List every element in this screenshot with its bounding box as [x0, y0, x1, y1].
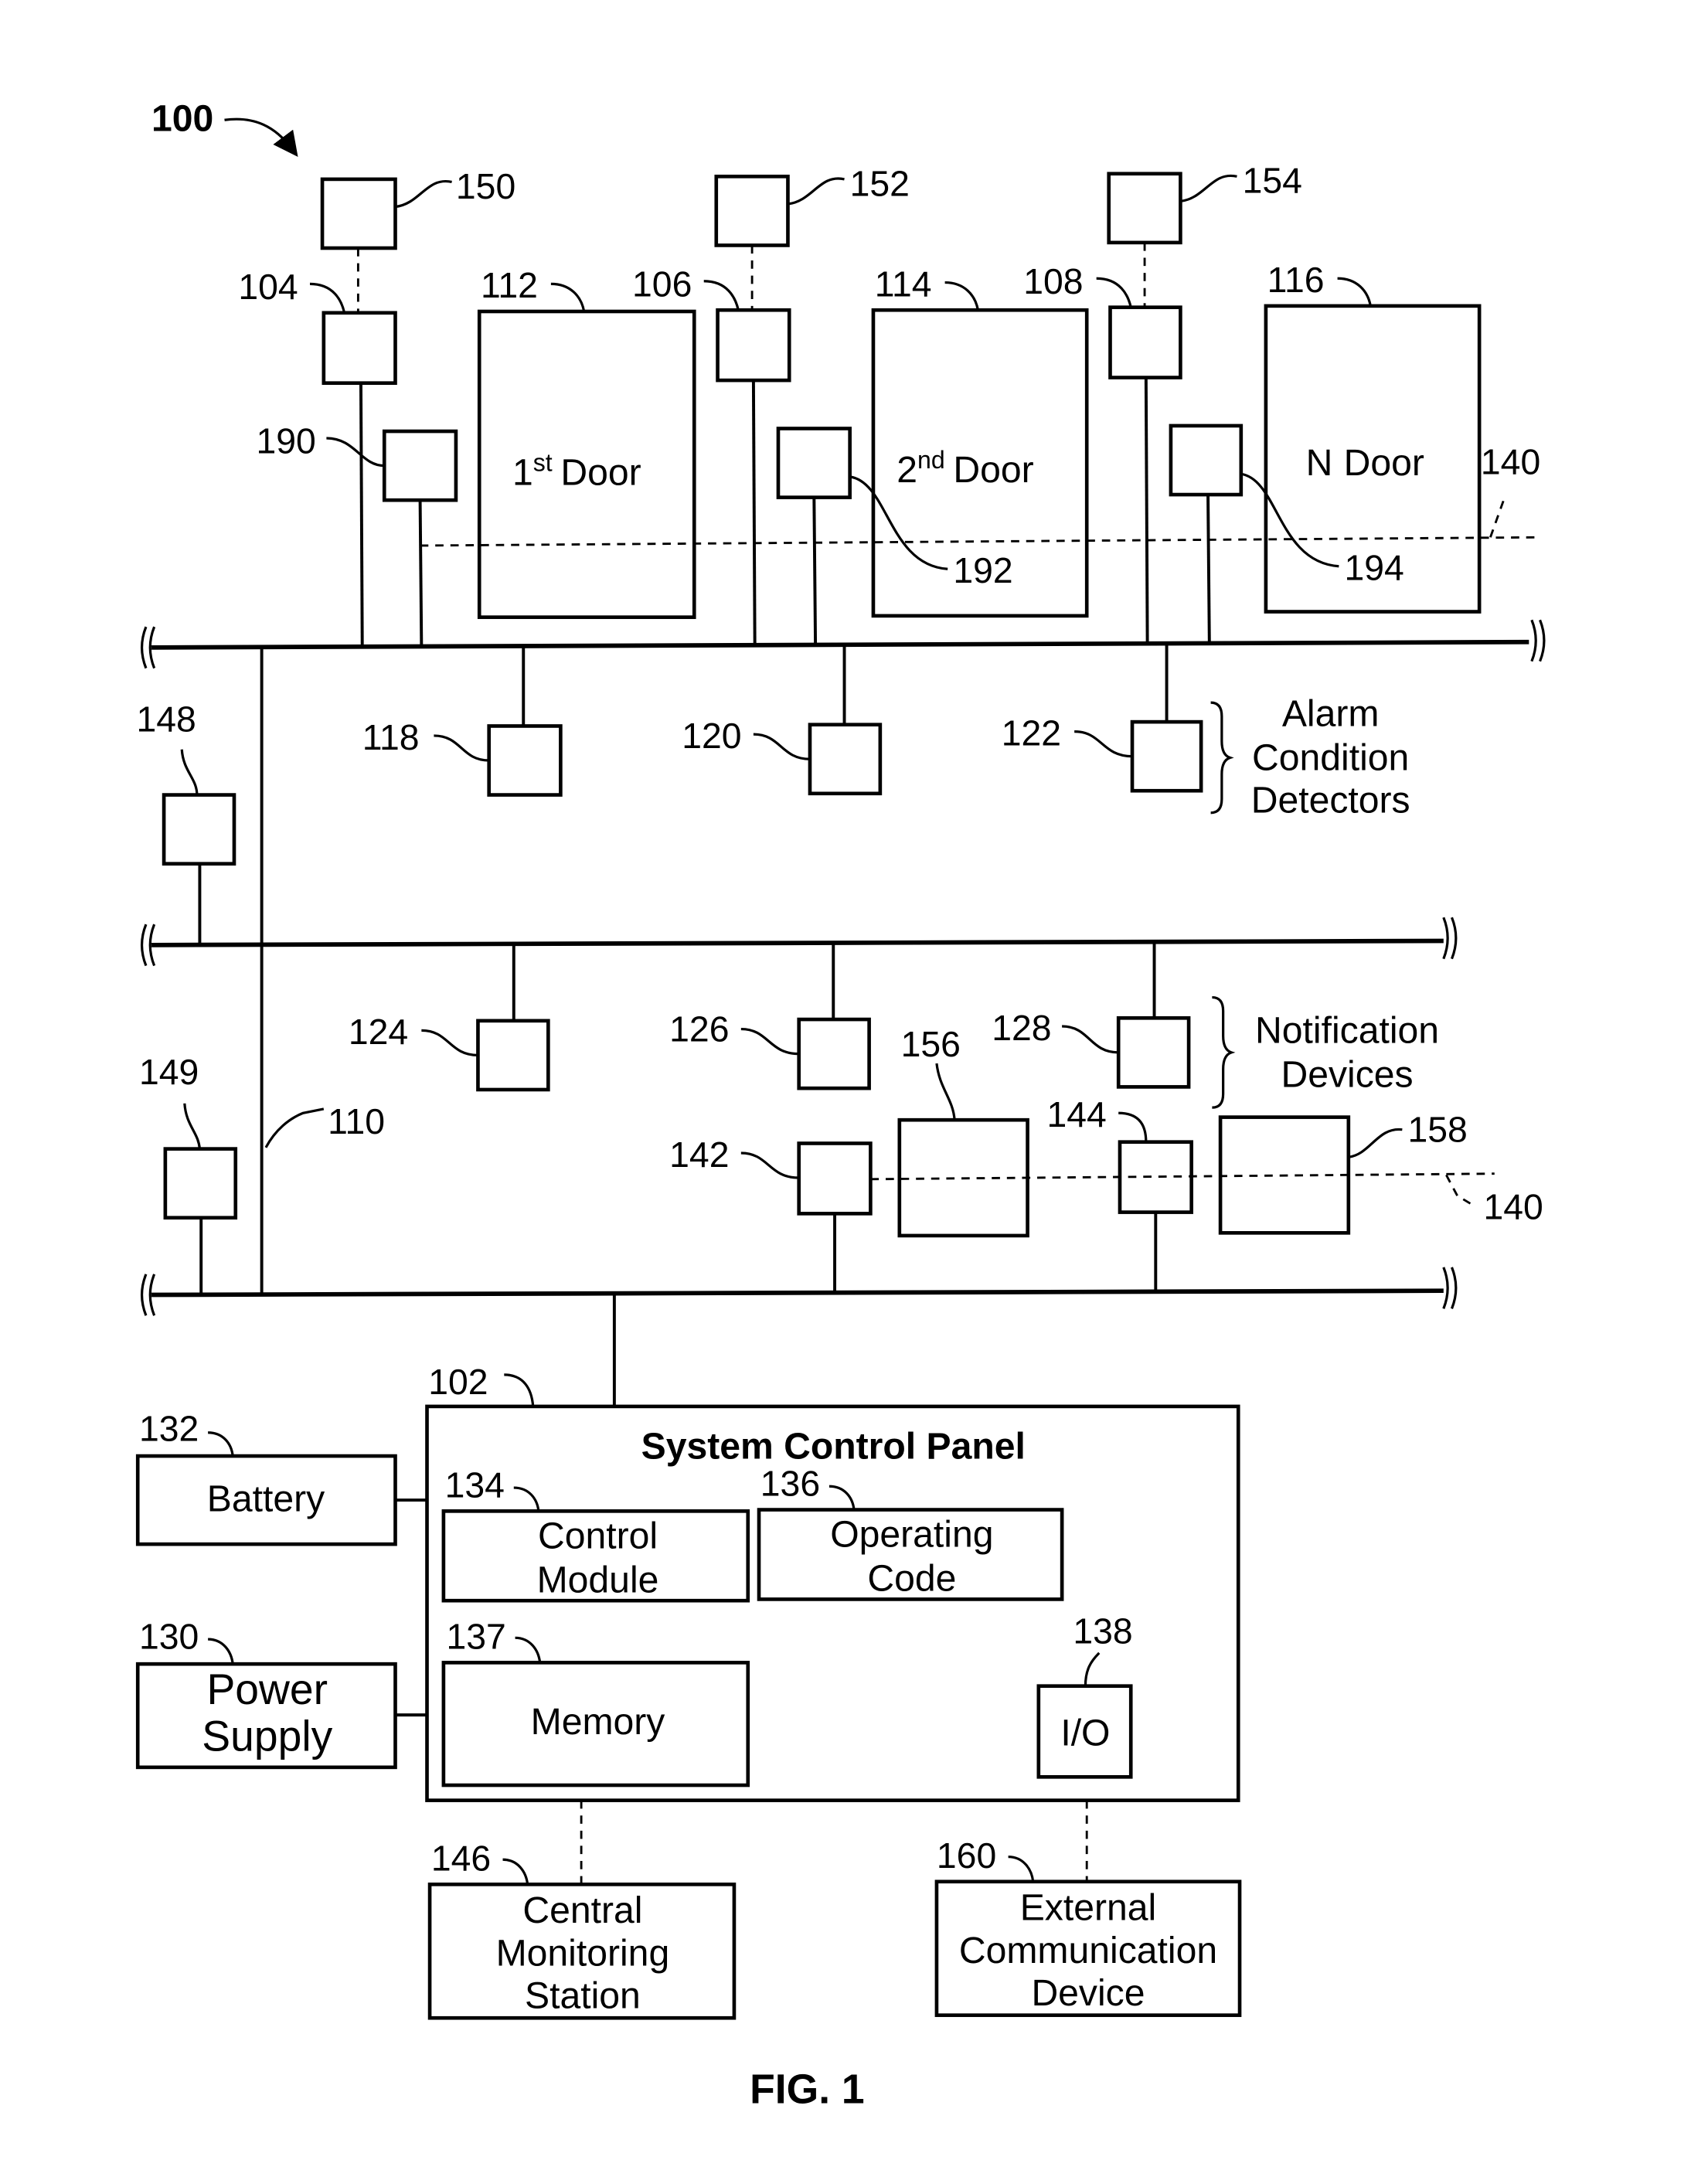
svg-text:External: External: [1020, 1887, 1157, 1929]
svg-text:Station: Station: [525, 1975, 641, 2017]
notification-devices-group-label: Notification Devices: [1212, 995, 1439, 1109]
external-communication-device-160: 160 External Communication Device: [934, 1800, 1242, 2017]
svg-text:122: 122: [1002, 713, 1061, 753]
svg-text:Notification: Notification: [1255, 1009, 1439, 1051]
svg-text:108: 108: [1023, 261, 1083, 301]
svg-text:144: 144: [1047, 1094, 1107, 1134]
svg-text:120: 120: [682, 716, 741, 756]
svg-text:Control: Control: [538, 1515, 658, 1556]
svg-text:Devices: Devices: [1281, 1053, 1413, 1095]
wireless-device-142: 142: [669, 1134, 873, 1294]
svg-text:158: 158: [1407, 1110, 1467, 1150]
svg-text:Device: Device: [1031, 1972, 1145, 2014]
svg-text:Communication: Communication: [959, 1930, 1217, 1971]
svg-text:156: 156: [901, 1024, 961, 1064]
svg-text:192: 192: [953, 550, 1012, 590]
svg-text:124: 124: [349, 1012, 408, 1052]
system-diagram: 100 150 152 154 104 106 108 112 1st Door…: [135, 98, 1546, 2113]
brace-icon: [1210, 701, 1234, 815]
svg-text:Supply: Supply: [202, 1712, 332, 1760]
svg-text:154: 154: [1243, 161, 1302, 201]
svg-text:Code: Code: [867, 1558, 956, 1600]
svg-text:140: 140: [1481, 441, 1540, 481]
svg-text:136: 136: [760, 1464, 820, 1504]
svg-text:132: 132: [139, 1408, 199, 1448]
panel-title: System Control Panel: [641, 1426, 1026, 1468]
svg-text:I/O: I/O: [1060, 1712, 1110, 1754]
svg-text:116: 116: [1267, 260, 1325, 300]
svg-text:114: 114: [875, 264, 932, 304]
svg-text:134: 134: [445, 1465, 505, 1505]
svg-text:Operating: Operating: [830, 1514, 993, 1556]
svg-text:148: 148: [136, 699, 196, 740]
power-supply-130: 130 Power Supply: [135, 1617, 427, 1770]
notification-device-124: 124: [349, 944, 550, 1092]
bus-middle: [151, 938, 1444, 947]
svg-text:Detectors: Detectors: [1251, 780, 1410, 821]
brace-icon: [1212, 995, 1236, 1109]
alarm-detectors-group-label: Alarm Condition Detectors: [1210, 692, 1410, 821]
svg-text:Module: Module: [537, 1560, 659, 1601]
system-arrow-icon: [224, 117, 298, 157]
svg-text:Condition: Condition: [1252, 736, 1409, 778]
svg-text:128: 128: [992, 1008, 1051, 1048]
svg-text:Battery: Battery: [207, 1478, 325, 1519]
svg-text:Alarm: Alarm: [1282, 692, 1380, 734]
svg-text:NDoor: N Door: [1306, 442, 1424, 484]
bus-device-148: 148: [136, 699, 236, 945]
door-sensor-190: 190: [257, 421, 458, 648]
svg-text:137: 137: [446, 1617, 505, 1657]
svg-text:2ndDoor: 2nd Door: [897, 446, 1033, 491]
system-ref-label: 100: [151, 98, 213, 140]
svg-text:106: 106: [632, 264, 692, 304]
break-mark-icon: [1442, 1267, 1458, 1309]
bus-bottom: [151, 1288, 1444, 1298]
wireless-device-156: 156: [897, 1024, 1029, 1238]
svg-text:150: 150: [456, 166, 515, 206]
system-reference: 100: [151, 98, 298, 157]
alarm-detector-122: 122: [1002, 643, 1203, 793]
door-112: 112 1st Door: [477, 265, 696, 619]
svg-text:104: 104: [238, 267, 298, 307]
svg-text:Power: Power: [206, 1665, 328, 1713]
svg-text:Monitoring: Monitoring: [496, 1932, 670, 1974]
svg-text:112: 112: [481, 265, 538, 305]
svg-text:Memory: Memory: [531, 1701, 665, 1743]
notification-device-128: 128: [992, 942, 1191, 1089]
break-mark-icon: [1530, 619, 1546, 662]
notification-device-126: 126: [669, 944, 871, 1090]
wireless-device-144: 144: [1047, 1094, 1193, 1292]
bus-top: [151, 639, 1529, 650]
svg-text:190: 190: [257, 421, 316, 461]
svg-text:149: 149: [139, 1052, 199, 1092]
svg-text:118: 118: [362, 717, 420, 757]
svg-text:1stDoor: 1st Door: [512, 449, 641, 494]
break-mark-icon: [1442, 917, 1458, 960]
svg-text:Central: Central: [522, 1890, 642, 1931]
svg-text:142: 142: [669, 1134, 729, 1175]
svg-text:194: 194: [1344, 548, 1403, 588]
svg-text:146: 146: [431, 1839, 491, 1879]
svg-text:102: 102: [428, 1362, 488, 1402]
central-monitoring-station-146: 146 Central Monitoring Station: [427, 1800, 737, 2020]
battery-132: 132 Battery: [135, 1408, 427, 1546]
trunk-110-label: 110: [264, 1101, 385, 1148]
bus-device-149: 149: [139, 1052, 238, 1295]
svg-text:130: 130: [139, 1617, 199, 1657]
alarm-detector-118: 118: [362, 647, 563, 797]
alarm-detector-120: 120: [682, 645, 883, 796]
svg-text:110: 110: [328, 1101, 385, 1141]
svg-text:152: 152: [850, 163, 910, 203]
wireless-device-158: 158: [1218, 1110, 1468, 1235]
svg-text:140: 140: [1483, 1187, 1543, 1227]
svg-text:138: 138: [1073, 1611, 1132, 1651]
svg-text:160: 160: [937, 1835, 996, 1876]
figure-caption: FIG. 1: [750, 2067, 865, 2113]
svg-text:126: 126: [669, 1009, 729, 1049]
